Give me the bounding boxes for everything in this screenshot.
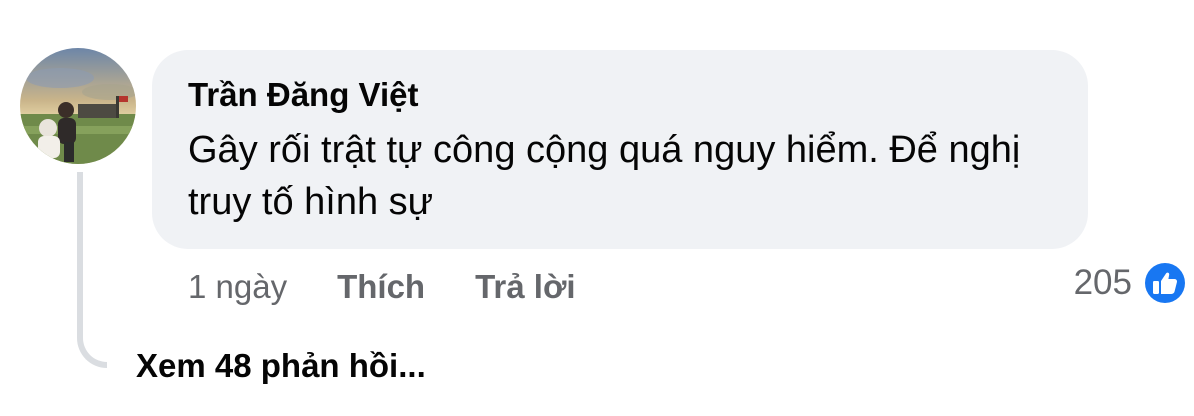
comment-bubble: Trần Đăng Việt Gây rối trật tự công cộng… <box>152 50 1088 249</box>
avatar-image <box>20 48 136 164</box>
like-button[interactable]: Thích <box>337 268 425 306</box>
comment-author[interactable]: Trần Đăng Việt <box>188 74 1052 116</box>
comment-timestamp[interactable]: 1 ngày <box>188 268 287 306</box>
reaction-count: 205 <box>1073 263 1132 302</box>
avatar[interactable] <box>20 48 136 164</box>
reaction-summary[interactable]: 205 <box>1074 260 1188 306</box>
like-icon <box>1143 261 1187 305</box>
comment-actions: 1 ngày Thích Trả lời <box>188 264 576 310</box>
view-replies-link[interactable]: Xem 48 phản hồi... <box>136 344 426 388</box>
thread-connector-line <box>77 172 107 368</box>
reply-button[interactable]: Trả lời <box>475 268 576 306</box>
comment-text: Gây rối trật tự công cộng quá nguy hiểm.… <box>188 129 1021 223</box>
